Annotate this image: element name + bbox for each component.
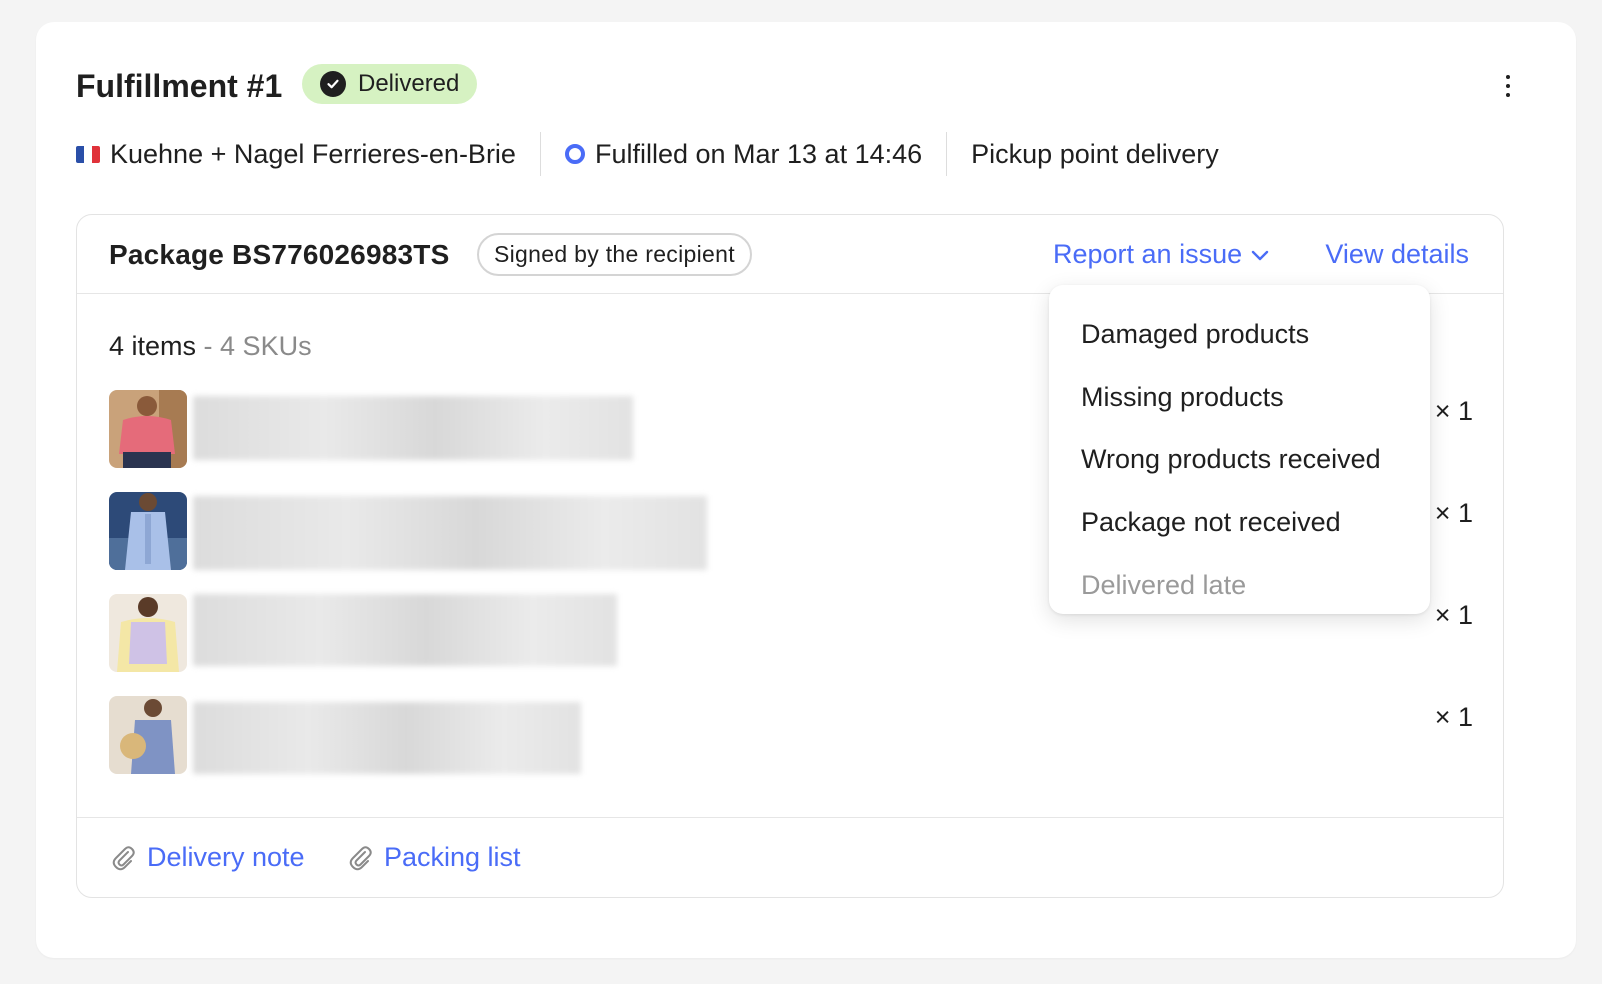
package-title: Package BS776026983TS xyxy=(109,239,450,270)
menu-item-package-not-received[interactable]: Package not received xyxy=(1049,491,1430,554)
report-issue-label: Report an issue xyxy=(1053,239,1243,269)
paperclip-icon xyxy=(349,845,372,870)
menu-item-wrong-products[interactable]: Wrong products received xyxy=(1049,428,1430,491)
product-name-redacted xyxy=(193,702,581,774)
menu-item-damaged-products[interactable]: Damaged products xyxy=(1049,303,1430,366)
fulfillment-header: Fulfillment #1 Delivered xyxy=(76,64,1536,106)
product-name-redacted xyxy=(193,594,617,666)
paperclip-icon xyxy=(112,845,135,870)
menu-item-delivered-late: Delivered late xyxy=(1081,569,1247,600)
item-counts: 4 items - 4 SKUs xyxy=(109,331,312,362)
check-circle-icon xyxy=(320,71,346,97)
report-issue-button[interactable]: Report an issue xyxy=(1053,239,1270,270)
carrier-name: Kuehne + Nagel Ferrieres-en-Brie xyxy=(110,138,516,169)
item-quantity: × 1 xyxy=(1434,600,1473,630)
divider xyxy=(539,132,541,176)
chevron-down-icon xyxy=(1251,250,1269,260)
packing-list-label: Packing list xyxy=(384,842,521,872)
delivery-note-label: Delivery note xyxy=(147,842,305,872)
product-thumbnail[interactable] xyxy=(109,594,187,672)
menu-item-missing-products[interactable]: Missing products xyxy=(1049,366,1430,429)
divider xyxy=(946,132,948,176)
list-item[interactable]: × 1 xyxy=(109,696,1473,776)
package-header: Package BS776026983TS Signed by the reci… xyxy=(77,215,1503,294)
status-dot-icon xyxy=(564,144,585,164)
view-details-link[interactable]: View details xyxy=(1325,239,1469,270)
status-badge: Delivered xyxy=(302,64,478,104)
france-flag-icon xyxy=(76,145,100,163)
carrier-info: Kuehne + Nagel Ferrieres-en-Brie xyxy=(76,139,516,170)
product-name-redacted xyxy=(193,396,633,460)
fulfilled-date-text: Fulfilled on Mar 13 at 14:46 xyxy=(594,138,923,169)
skus-count: - 4 SKUs xyxy=(203,331,312,361)
fulfillment-meta: Kuehne + Nagel Ferrieres-en-Brie Fulfill… xyxy=(76,132,1219,176)
fulfilled-date: Fulfilled on Mar 13 at 14:46 xyxy=(564,138,923,170)
fulfillment-title: Fulfillment #1 xyxy=(76,68,283,104)
delivery-type-text: Pickup point delivery xyxy=(971,138,1219,169)
product-thumbnail[interactable] xyxy=(109,390,187,468)
more-options-icon[interactable] xyxy=(1498,72,1518,100)
delivery-note-link[interactable]: Delivery note xyxy=(111,842,305,873)
package-footer: Delivery note Packing list xyxy=(77,817,1503,897)
product-name-redacted xyxy=(193,496,707,570)
items-count: 4 items xyxy=(109,331,197,361)
product-thumbnail[interactable] xyxy=(109,696,187,774)
signed-badge: Signed by the recipient xyxy=(477,233,752,276)
status-badge-label: Delivered xyxy=(358,70,460,97)
product-thumbnail[interactable] xyxy=(109,492,187,570)
item-quantity: × 1 xyxy=(1434,396,1473,426)
item-quantity: × 1 xyxy=(1434,498,1473,528)
item-quantity: × 1 xyxy=(1434,702,1473,732)
delivery-type: Pickup point delivery xyxy=(971,139,1219,170)
report-issue-menu: Damaged products Missing products Wrong … xyxy=(1049,285,1430,614)
packing-list-link[interactable]: Packing list xyxy=(348,842,521,873)
